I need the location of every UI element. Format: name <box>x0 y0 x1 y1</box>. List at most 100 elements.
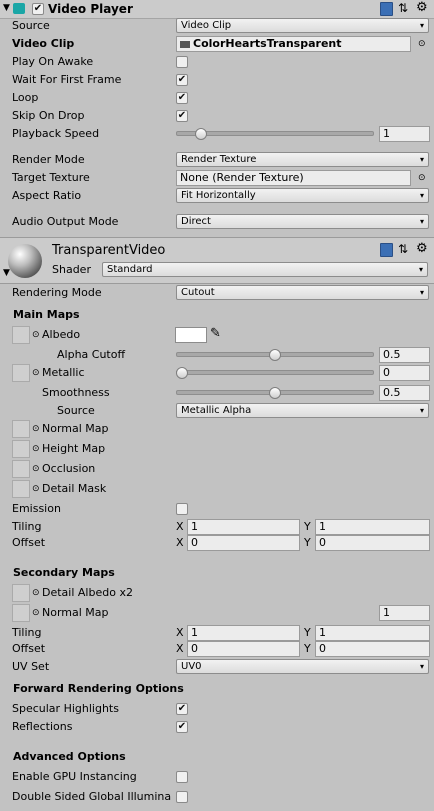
audio-output-label: Audio Output Mode <box>12 215 119 228</box>
secondary-normal-label: Normal Map <box>42 606 109 619</box>
main-maps-heading: Main Maps <box>13 308 80 321</box>
audio-output-dropdown[interactable]: Direct ▾ <box>176 214 429 229</box>
object-picker-icon[interactable]: ⊙ <box>32 463 40 475</box>
rendering-mode-dropdown[interactable]: Cutout ▾ <box>176 285 429 300</box>
offset-y-input[interactable]: 0 <box>315 535 430 551</box>
wait-first-frame-checkbox[interactable]: ✔ <box>176 74 188 86</box>
detail-mask-label: Detail Mask <box>42 482 107 495</box>
loop-checkbox[interactable]: ✔ <box>176 92 188 104</box>
video-clip-field[interactable]: ColorHeartsTransparent <box>176 36 411 52</box>
foldout-arrow-icon[interactable]: ▼ <box>3 268 10 278</box>
shader-dropdown[interactable]: Standard ▾ <box>102 262 428 277</box>
smoothness-slider-thumb[interactable] <box>269 387 281 399</box>
chevron-down-icon: ▾ <box>419 155 424 164</box>
source-dropdown[interactable]: Video Clip ▾ <box>176 18 429 33</box>
play-on-awake-checkbox[interactable] <box>176 56 188 68</box>
help-book-icon[interactable] <box>380 2 393 16</box>
chevron-down-icon: ▾ <box>419 406 424 415</box>
metallic-label: Metallic <box>42 366 85 379</box>
height-map-texture-slot[interactable] <box>12 440 30 458</box>
video-player-icon <box>13 3 25 14</box>
tiling-x-input[interactable]: 1 <box>187 519 300 535</box>
object-picker-icon[interactable]: ⊙ <box>32 367 40 379</box>
metallic-slider-track[interactable] <box>176 370 374 375</box>
albedo-texture-slot[interactable] <box>12 326 30 344</box>
video-player-header: ▼ ✔ Video Player ⇅ ⚙ <box>0 0 434 19</box>
render-mode-dropdown[interactable]: Render Texture ▾ <box>176 152 429 167</box>
object-picker-icon[interactable]: ⊙ <box>32 443 40 455</box>
object-picker-icon[interactable]: ⊙ <box>418 172 426 184</box>
emission-checkbox[interactable] <box>176 503 188 515</box>
alpha-cutoff-label: Alpha Cutoff <box>57 348 126 361</box>
foldout-arrow-icon[interactable]: ▼ <box>3 3 10 13</box>
normal-map-texture-slot[interactable] <box>12 420 30 438</box>
detail-albedo-label: Detail Albedo x2 <box>42 586 133 599</box>
alpha-cutoff-input[interactable]: 0.5 <box>379 347 430 363</box>
specular-highlights-label: Specular Highlights <box>12 702 119 715</box>
metallic-slider-thumb[interactable] <box>176 367 188 379</box>
metallic-input[interactable]: 0 <box>379 365 430 381</box>
smoothness-source-value: Metallic Alpha <box>181 405 252 416</box>
preset-sliders-icon[interactable]: ⇅ <box>398 1 408 15</box>
reflections-label: Reflections <box>12 720 73 733</box>
shader-value: Standard <box>107 264 153 275</box>
object-picker-icon[interactable]: ⊙ <box>418 38 426 50</box>
detail-albedo-texture-slot[interactable] <box>12 584 30 602</box>
chevron-down-icon: ▾ <box>419 662 424 671</box>
secondary-tiling-y-input[interactable]: 1 <box>315 625 430 641</box>
aspect-ratio-label: Aspect Ratio <box>12 189 82 202</box>
smoothness-source-dropdown[interactable]: Metallic Alpha ▾ <box>176 403 429 418</box>
gear-icon[interactable]: ⚙ <box>416 0 428 15</box>
chevron-down-icon: ▾ <box>418 265 423 274</box>
play-on-awake-label: Play On Awake <box>12 55 94 68</box>
object-picker-icon[interactable]: ⊙ <box>32 483 40 495</box>
target-texture-field[interactable]: None (Render Texture) <box>176 170 411 186</box>
playback-speed-input[interactable]: 1 <box>379 126 430 142</box>
object-picker-icon[interactable]: ⊙ <box>32 587 40 599</box>
advanced-options-heading: Advanced Options <box>13 750 126 763</box>
gpu-instancing-checkbox[interactable] <box>176 771 188 783</box>
smoothness-input[interactable]: 0.5 <box>379 385 430 401</box>
material-sphere-icon <box>8 244 42 278</box>
uv-set-value: UV0 <box>181 661 202 672</box>
uv-set-label: UV Set <box>12 660 50 673</box>
skip-on-drop-checkbox[interactable]: ✔ <box>176 110 188 122</box>
alpha-cutoff-slider-thumb[interactable] <box>269 349 281 361</box>
aspect-ratio-value: Fit Horizontally <box>181 190 256 201</box>
reflections-checkbox[interactable]: ✔ <box>176 721 188 733</box>
secondary-offset-y-label: Y <box>304 642 311 655</box>
tiling-y-input[interactable]: 1 <box>315 519 430 535</box>
audio-output-value: Direct <box>181 216 211 227</box>
gear-icon[interactable]: ⚙ <box>416 241 428 256</box>
rendering-mode-value: Cutout <box>181 287 215 298</box>
albedo-color-swatch[interactable] <box>175 327 207 343</box>
uv-set-dropdown[interactable]: UV0 ▾ <box>176 659 429 674</box>
object-picker-icon[interactable]: ⊙ <box>32 607 40 619</box>
secondary-offset-x-input[interactable]: 0 <box>187 641 300 657</box>
help-book-icon[interactable] <box>380 243 393 257</box>
metallic-texture-slot[interactable] <box>12 364 30 382</box>
occlusion-texture-slot[interactable] <box>12 460 30 478</box>
aspect-ratio-dropdown[interactable]: Fit Horizontally ▾ <box>176 188 429 203</box>
object-picker-icon[interactable]: ⊙ <box>32 329 40 341</box>
secondary-offset-y-input[interactable]: 0 <box>315 641 430 657</box>
offset-x-input[interactable]: 0 <box>187 535 300 551</box>
object-picker-icon[interactable]: ⊙ <box>32 423 40 435</box>
playback-speed-slider-thumb[interactable] <box>194 128 207 140</box>
detail-mask-texture-slot[interactable] <box>12 480 30 498</box>
specular-highlights-checkbox[interactable]: ✔ <box>176 703 188 715</box>
normal-map-label: Normal Map <box>42 422 109 435</box>
secondary-tiling-x-input[interactable]: 1 <box>187 625 300 641</box>
double-sided-gi-checkbox[interactable] <box>176 791 188 803</box>
tiling-y-label: Y <box>304 520 311 533</box>
video-clip-value: ColorHeartsTransparent <box>193 37 342 50</box>
secondary-normal-texture-slot[interactable] <box>12 604 30 622</box>
offset-x-label: X <box>176 536 184 549</box>
occlusion-label: Occlusion <box>42 462 96 475</box>
secondary-normal-scale-input[interactable]: 1 <box>379 605 430 621</box>
chevron-down-icon: ▾ <box>419 288 424 297</box>
preset-sliders-icon[interactable]: ⇅ <box>398 242 408 256</box>
source-value: Video Clip <box>181 20 232 31</box>
component-enabled-checkbox[interactable]: ✔ <box>32 3 44 15</box>
eyedropper-icon[interactable]: ✎ <box>210 326 221 341</box>
